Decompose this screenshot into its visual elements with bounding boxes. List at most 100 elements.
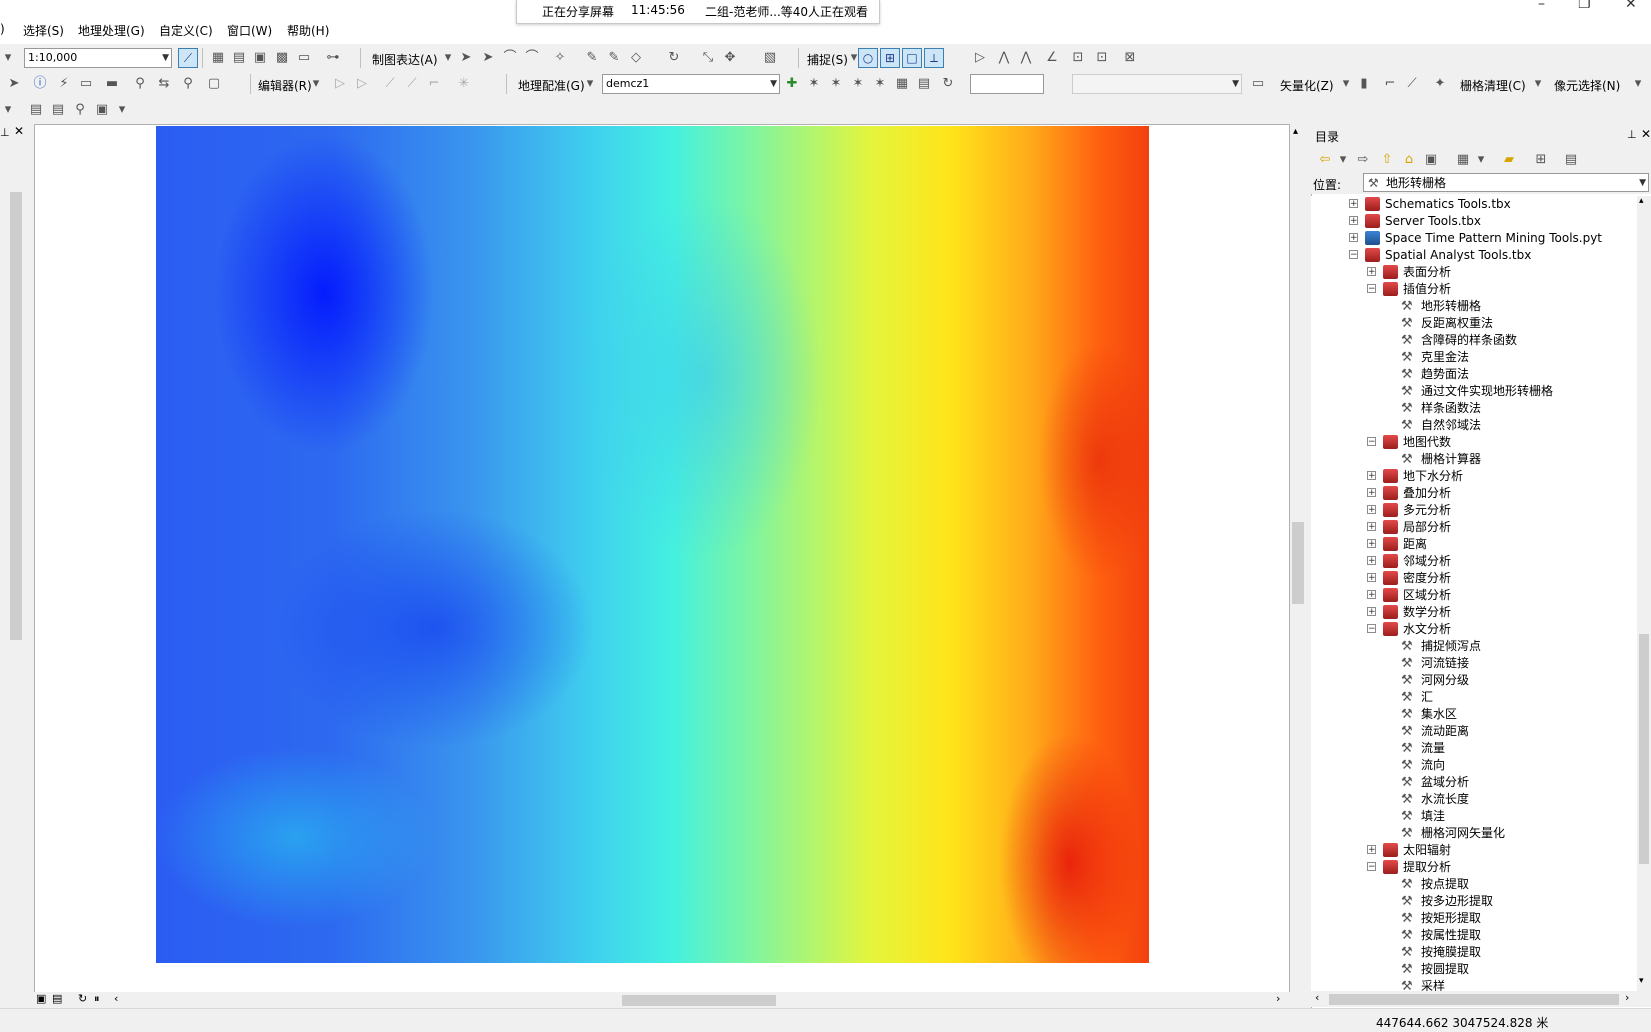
tree-item[interactable]: ⚒ 流量 xyxy=(1311,740,1637,757)
find-icon[interactable]: ⚲ xyxy=(132,76,148,92)
tree-item[interactable]: − 水文分析 xyxy=(1311,621,1637,638)
chevron-down-icon[interactable]: ▾ xyxy=(1473,152,1489,168)
chevron-left-icon[interactable]: ‹ xyxy=(1315,991,1319,1004)
select-elements-icon[interactable]: ➤ xyxy=(6,76,22,92)
point-snap-icon[interactable]: ○ xyxy=(858,48,878,68)
rotate-raster-icon[interactable]: ✶ xyxy=(828,76,844,92)
raster-paint-icon[interactable]: ▮ xyxy=(1356,76,1372,92)
tree-item[interactable]: + 密度分析 xyxy=(1311,570,1637,587)
page-icon[interactable]: ▤ xyxy=(28,102,44,118)
raster-cleanup-menu[interactable]: 栅格清理(C) xyxy=(1460,77,1526,94)
expand-icon[interactable]: + xyxy=(1349,216,1358,226)
vectorization-layer-select[interactable]: ▼ xyxy=(1072,74,1242,94)
tree-item[interactable]: ⚒ 克里金法 xyxy=(1311,349,1637,366)
expand-icon[interactable]: + xyxy=(1367,573,1376,583)
direct-select-icon[interactable]: ➤ xyxy=(480,50,496,66)
left-scroll-thumb[interactable] xyxy=(10,192,22,640)
chevron-right-icon[interactable]: › xyxy=(1276,992,1280,1005)
edit-tool-icon[interactable]: ▷ xyxy=(332,76,348,92)
snapping-menu[interactable]: 捕捉(S) xyxy=(807,51,848,68)
vectorization-settings-icon[interactable]: ▭ xyxy=(1250,76,1266,92)
expand-icon[interactable]: + xyxy=(1367,845,1376,855)
goto-xy-icon[interactable]: ⚲ xyxy=(180,76,196,92)
extent2-icon[interactable]: ⊡ xyxy=(1094,50,1110,66)
zoom-extent-icon[interactable]: ⊠ xyxy=(1122,50,1138,66)
auto-registration-icon[interactable]: ✶ xyxy=(806,76,822,92)
restore-icon[interactable]: ❐ xyxy=(1578,0,1591,12)
data-view-icon[interactable]: ▣ xyxy=(36,992,46,1005)
collapse-icon[interactable]: − xyxy=(1367,437,1376,447)
tree-item[interactable]: ⚒ 样条函数法 xyxy=(1311,400,1637,417)
angle-icon[interactable]: ∠ xyxy=(1044,50,1060,66)
menu-window[interactable]: 窗口(W) xyxy=(227,22,272,39)
endpoint-arc-icon[interactable]: ⟋ xyxy=(404,76,420,92)
line-tool-icon[interactable]: ⌐ xyxy=(1382,76,1398,92)
new-folder-icon[interactable]: ▰ xyxy=(1501,152,1517,168)
view-options-icon[interactable]: ▦ xyxy=(1455,152,1471,168)
tree-item[interactable]: + Schematics Tools.tbx xyxy=(1311,196,1637,213)
tree-item[interactable]: ⚒ 反距离权重法 xyxy=(1311,315,1637,332)
editor-toolbar-icon[interactable]: ⟋ xyxy=(178,48,198,68)
edge-snap-icon[interactable]: ⟂ xyxy=(924,48,944,68)
tree-item[interactable]: ⚒ 流向 xyxy=(1311,757,1637,774)
lasso2-icon[interactable]: ⌒ xyxy=(524,50,540,66)
map-hscroll-thumb[interactable] xyxy=(622,995,776,1006)
tree-item[interactable]: + 局部分析 xyxy=(1311,519,1637,536)
tree-item[interactable]: ⚒ 按圆提取 xyxy=(1311,961,1637,978)
cell-selection-menu[interactable]: 像元选择(N) xyxy=(1554,77,1620,94)
erase2-icon[interactable]: ✎ xyxy=(606,50,622,66)
chevron-right-icon[interactable]: › xyxy=(1625,991,1629,1004)
marker-icon[interactable]: ✧ xyxy=(552,50,568,66)
minimize-icon[interactable]: – xyxy=(1538,0,1545,12)
tree-item[interactable]: ⚒ 按点提取 xyxy=(1311,876,1637,893)
chevron-up-icon[interactable]: ▴ xyxy=(1639,196,1644,206)
expand-icon[interactable]: + xyxy=(1349,233,1358,243)
tree-item[interactable]: ⚒ 河流链接 xyxy=(1311,655,1637,672)
tree-item[interactable]: ⚒ 盆域分析 xyxy=(1311,774,1637,791)
tree-item[interactable]: + 数学分析 xyxy=(1311,604,1637,621)
shift-icon[interactable]: ✶ xyxy=(850,76,866,92)
arctoolbox-icon[interactable]: ▩ xyxy=(274,50,290,66)
refresh-icon[interactable]: ↻ xyxy=(940,76,956,92)
properties-icon[interactable]: ▧ xyxy=(762,50,778,66)
identify-icon[interactable]: ⓘ xyxy=(32,76,48,92)
tree-item[interactable]: ⚒ 按属性提取 xyxy=(1311,927,1637,944)
refresh-view-icon[interactable]: ↻ xyxy=(78,992,87,1005)
viewer-icon[interactable]: ▤ xyxy=(916,76,932,92)
expand-icon[interactable]: + xyxy=(1367,556,1376,566)
close-icon[interactable]: ✕ xyxy=(1625,0,1637,12)
tree-item[interactable]: ⚒ 捕捉倾泻点 xyxy=(1311,638,1637,655)
edit-vertices-icon[interactable]: ✳ xyxy=(456,76,472,92)
expand-icon[interactable]: + xyxy=(1367,488,1376,498)
menu-fragment[interactable]: ) xyxy=(0,22,5,36)
table-window-icon[interactable]: ▦ xyxy=(210,50,226,66)
chevron-up-icon[interactable]: ▴ xyxy=(1293,126,1298,137)
pause-icon[interactable]: ⏸ xyxy=(94,992,100,1006)
connect-folder-icon[interactable]: ▣ xyxy=(1423,152,1439,168)
tree-item[interactable]: + 多元分析 xyxy=(1311,502,1637,519)
map-vscroll-thumb[interactable] xyxy=(1292,522,1304,604)
tree-item[interactable]: + 邻域分析 xyxy=(1311,553,1637,570)
tree-item[interactable]: + Server Tools.tbx xyxy=(1311,213,1637,230)
search-window-icon[interactable]: ▣ xyxy=(252,50,268,66)
editor-menu[interactable]: 编辑器(R) xyxy=(258,77,312,94)
tree-item[interactable]: + Space Time Pattern Mining Tools.pyt xyxy=(1311,230,1637,247)
tree-item[interactable]: ⚒ 趋势面法 xyxy=(1311,366,1637,383)
tree-item[interactable]: + 表面分析 xyxy=(1311,264,1637,281)
catalog-tree[interactable]: + Schematics Tools.tbx + Server Tools.tbx + S… xyxy=(1311,196,1637,991)
tree-toggle-icon[interactable]: ⊞ xyxy=(1533,152,1549,168)
toolbar-options-icon[interactable]: ▾ xyxy=(114,102,130,118)
expand-icon[interactable]: + xyxy=(1367,539,1376,549)
chevron-down-icon[interactable]: ▾ xyxy=(1639,976,1644,986)
tree-item[interactable]: + 太阳辐射 xyxy=(1311,842,1637,859)
python-window-icon[interactable]: ▭ xyxy=(296,50,312,66)
layer-select[interactable]: demcz1 ▼ xyxy=(602,74,780,94)
forward-icon[interactable]: ⇨ xyxy=(1355,152,1371,168)
resize-icon[interactable]: ⤡ xyxy=(700,50,716,66)
polyline-icon[interactable]: ⋀ xyxy=(996,50,1012,66)
representation-menu[interactable]: 制图表达(A) xyxy=(372,51,438,68)
tree-item[interactable]: − Spatial Analyst Tools.tbx xyxy=(1311,247,1637,264)
collapse-icon[interactable]: − xyxy=(1367,284,1376,294)
dem-raster[interactable] xyxy=(156,126,1149,963)
tree-item[interactable]: ⚒ 按矩形提取 xyxy=(1311,910,1637,927)
